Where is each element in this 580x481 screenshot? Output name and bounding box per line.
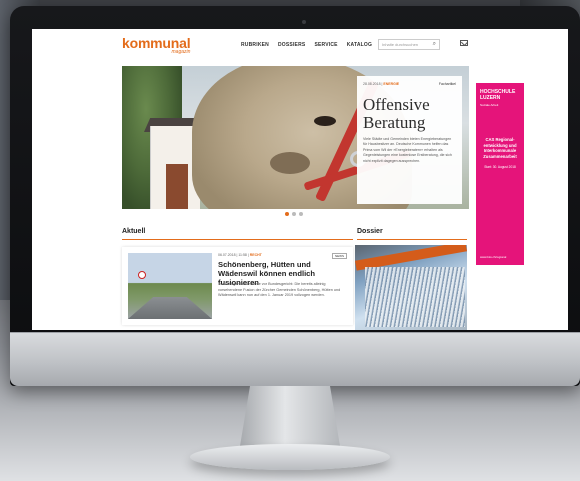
carousel-dot-3[interactable]	[299, 212, 303, 216]
section-title-aktuell: Aktuell	[122, 228, 146, 235]
camel-nose	[270, 152, 310, 174]
mail-icon[interactable]	[460, 40, 468, 46]
monitor-stand-neck	[240, 386, 340, 446]
hero-title[interactable]: Offensive Beratung	[363, 96, 456, 132]
sidebar-ad-banner[interactable]: HOCHSCHULE LUZERN Soziale Arbeit CAS Reg…	[476, 83, 524, 265]
hero-date: 28.08.2018 |	[363, 82, 383, 86]
ad-date: Start: 30. August 2018	[484, 165, 516, 169]
section-title-dossier: Dossier	[357, 228, 383, 235]
monitor-stand-foot	[190, 444, 390, 470]
main-nav: RUBRIKEN DOSSIERS SERVICE KATALOG	[241, 42, 372, 48]
hero-slider[interactable]: 28.08.2018 | ENERGIE Fachartikel Offensi…	[122, 66, 469, 209]
search-placeholder: Inhalte durchsuchen	[382, 42, 419, 47]
ad-title: CAS Regional-entwicklung und Interkommun…	[483, 137, 517, 159]
search-icon[interactable]: ⌕	[433, 41, 436, 48]
logo-subtitle: magazin	[171, 49, 191, 55]
nav-item-katalog[interactable]: KATALOG	[347, 42, 372, 48]
ad-brand: HOCHSCHULE LUZERN	[480, 89, 516, 101]
site-header: kommunal magazin RUBRIKEN DOSSIERS SERVI…	[32, 29, 568, 59]
hero-category[interactable]: ENERGIE	[383, 82, 399, 86]
hero-text: Viele Städte und Gemeinden bieten Energi…	[363, 137, 452, 163]
news-text: Trotz fälliger Beschwerde vor Bundesgeri…	[218, 282, 341, 298]
hero-tag: Fachartikel	[438, 82, 456, 86]
ad-footer: www.hslu.ch/regional	[480, 255, 507, 259]
nav-item-dossiers[interactable]: DOSSIERS	[278, 42, 305, 48]
search-input[interactable]: Inhalte durchsuchen ⌕	[378, 39, 440, 50]
news-date: 06.07.2018 | 11:58 |	[218, 253, 249, 257]
news-article-card[interactable]: 06.07.2018 | 11:58 | RECHT NEWS Schönenb…	[122, 247, 353, 325]
camera-icon	[302, 20, 306, 24]
news-tag: NEWS	[332, 253, 347, 259]
ad-department: Soziale Arbeit	[480, 103, 499, 107]
nav-item-rubriken[interactable]: RUBRIKEN	[241, 42, 269, 48]
news-meta: 06.07.2018 | 11:58 | RECHT	[218, 253, 262, 257]
hero-article-card[interactable]: 28.08.2018 | ENERGIE Fachartikel Offensi…	[357, 76, 462, 204]
camel-eye	[314, 116, 336, 126]
section-underline-aktuell	[122, 239, 353, 240]
news-category[interactable]: RECHT	[250, 253, 262, 257]
section-underline-dossier	[357, 239, 467, 240]
monitor-chin	[10, 332, 580, 386]
nav-item-service[interactable]: SERVICE	[314, 42, 337, 48]
dossier-image[interactable]	[355, 245, 467, 330]
website-screen: kommunal magazin RUBRIKEN DOSSIERS SERVI…	[32, 29, 568, 330]
carousel-dots	[285, 212, 303, 216]
carousel-dot-1[interactable]	[285, 212, 289, 216]
site-logo[interactable]: kommunal magazin	[122, 35, 191, 55]
news-image-sign	[138, 271, 146, 279]
carousel-dot-2[interactable]	[292, 212, 296, 216]
hero-house-door	[166, 164, 188, 209]
dossier-broom-bristles	[365, 267, 465, 327]
